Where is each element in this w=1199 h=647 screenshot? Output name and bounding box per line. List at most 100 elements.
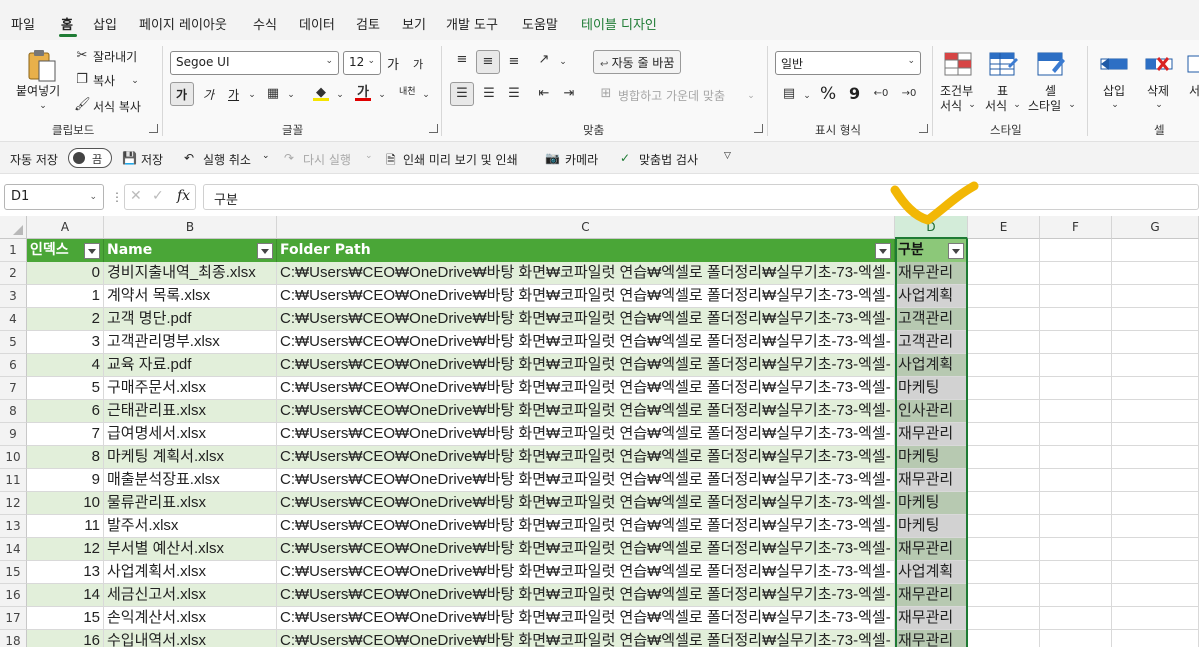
table-cell[interactable]: C:₩Users₩CEO₩OneDrive₩바탕 화면₩코파일럿 연습₩엑셀로 … [277,630,895,647]
grid-cell[interactable] [968,262,1040,285]
grid-cell[interactable] [1040,492,1112,515]
font-color-icon[interactable]: 가 [355,85,371,101]
table-cell[interactable]: 세금신고서.xlsx [104,584,277,607]
table-cell[interactable]: 사업계획 [895,354,968,377]
table-cell[interactable]: C:₩Users₩CEO₩OneDrive₩바탕 화면₩코파일럿 연습₩엑셀로 … [277,492,895,515]
grid-cell[interactable] [968,607,1040,630]
table-header-cell[interactable]: 구분 [895,239,968,262]
grid-cell[interactable] [1040,239,1112,262]
table-cell[interactable]: 마케팅 [895,446,968,469]
table-cell[interactable]: 1 [27,285,104,308]
increase-decimal-icon[interactable]: ←0 [873,86,889,102]
paste-icon[interactable] [26,48,58,84]
table-cell[interactable]: 재무관리 [895,469,968,492]
decrease-decimal-icon[interactable]: →0 [901,86,917,102]
undo-icon[interactable]: ↶ [184,151,194,165]
chevron-down-icon[interactable]: ⌄ [418,87,434,103]
grid-cell[interactable] [968,400,1040,423]
grid-cell[interactable] [1040,285,1112,308]
table-cell[interactable]: 8 [27,446,104,469]
row-header[interactable]: 9 [0,423,27,446]
format-as-table-icon[interactable] [988,50,1018,80]
table-cell[interactable]: 4 [27,354,104,377]
grid-cell[interactable] [968,239,1040,262]
row-header[interactable]: 5 [0,331,27,354]
chevron-down-icon[interactable]: ⌄ [244,87,260,103]
filter-dropdown-icon[interactable] [84,243,100,259]
row-header[interactable]: 2 [0,262,27,285]
grid-cell[interactable] [1040,331,1112,354]
table-cell[interactable]: 물류관리표.xlsx [104,492,277,515]
grid-cell[interactable] [1112,262,1199,285]
grid-cell[interactable] [968,538,1040,561]
chevron-down-icon[interactable]: ⌄ [964,97,980,113]
autosave-toggle[interactable]: 끔 [68,148,112,168]
underline-button[interactable]: 가 [228,86,239,103]
grid-cell[interactable] [1040,377,1112,400]
format-painter-icon[interactable]: 🖌 [74,97,91,113]
table-cell[interactable]: C:₩Users₩CEO₩OneDrive₩바탕 화면₩코파일럿 연습₩엑셀로 … [277,354,895,377]
grid-cell[interactable] [1040,423,1112,446]
grid-cell[interactable] [1040,538,1112,561]
grid-cell[interactable] [1112,538,1199,561]
table-cell[interactable]: 마케팅 계획서.xlsx [104,446,277,469]
chevron-down-icon[interactable]: ⌄ [283,87,299,103]
table-cell[interactable]: C:₩Users₩CEO₩OneDrive₩바탕 화면₩코파일럿 연습₩엑셀로 … [277,423,895,446]
table-cell[interactable]: 교육 자료.pdf [104,354,277,377]
tab-data[interactable]: 데이터 [299,14,335,33]
camera-icon[interactable]: 📷 [545,151,560,165]
undo-button[interactable]: 실행 취소 [203,151,251,168]
table-cell[interactable]: C:₩Users₩CEO₩OneDrive₩바탕 화면₩코파일럿 연습₩엑셀로 … [277,262,895,285]
table-cell[interactable]: C:₩Users₩CEO₩OneDrive₩바탕 화면₩코파일럿 연습₩엑셀로 … [277,331,895,354]
save-button[interactable]: 저장 [141,151,163,168]
tab-table-design[interactable]: 테이블 디자인 [581,14,657,33]
dialog-launcher-icon[interactable] [429,124,438,133]
row-header[interactable]: 6 [0,354,27,377]
grid-cell[interactable] [1112,377,1199,400]
column-header[interactable]: D [895,216,968,239]
table-cell[interactable]: 고객관리명부.xlsx [104,331,277,354]
row-header[interactable]: 14 [0,538,27,561]
table-cell[interactable]: 재무관리 [895,538,968,561]
chevron-down-icon[interactable]: ⌄ [374,87,390,103]
borders-icon[interactable]: ▦ [265,86,281,102]
cut-button[interactable]: 잘라내기 [93,48,137,65]
tab-page-layout[interactable]: 페이지 레이아웃 [139,14,227,33]
spelling-icon[interactable]: ✓ [620,151,630,165]
table-cell[interactable]: 수입내역서.xlsx [104,630,277,647]
table-cell[interactable]: 발주서.xlsx [104,515,277,538]
table-cell[interactable]: 15 [27,607,104,630]
grid-cell[interactable] [1040,515,1112,538]
align-right-icon[interactable]: ☰ [506,86,522,102]
grid-cell[interactable] [1112,561,1199,584]
grid-cell[interactable] [968,331,1040,354]
chevron-down-icon[interactable]: ⌄ [1107,97,1123,113]
format-as-table-label-2[interactable]: 서식 [985,97,1007,114]
cancel-icon[interactable]: ✕ [130,188,142,204]
table-cell[interactable]: 9 [27,469,104,492]
table-cell[interactable]: C:₩Users₩CEO₩OneDrive₩바탕 화면₩코파일럿 연습₩엑셀로 … [277,607,895,630]
row-header[interactable]: 18 [0,630,27,647]
row-header[interactable]: 12 [0,492,27,515]
table-cell[interactable]: 구매주문서.xlsx [104,377,277,400]
table-cell[interactable]: 16 [27,630,104,647]
increase-font-button[interactable]: 가 [387,54,399,73]
increase-indent-icon[interactable]: ⇥ [561,86,577,102]
table-cell[interactable]: C:₩Users₩CEO₩OneDrive₩바탕 화면₩코파일럿 연습₩엑셀로 … [277,469,895,492]
align-bottom-icon[interactable]: ≡ [506,54,522,70]
grid-cell[interactable] [1112,607,1199,630]
tab-view[interactable]: 보기 [402,14,426,33]
format-cells-button[interactable]: 서 [1189,82,1199,99]
chevron-down-icon[interactable]: ⌄ [127,73,143,89]
percent-button[interactable]: % [820,84,836,104]
cell-styles-icon[interactable] [1036,50,1066,80]
row-header[interactable]: 13 [0,515,27,538]
table-cell[interactable]: 마케팅 [895,492,968,515]
table-cell[interactable]: 급여명세서.xlsx [104,423,277,446]
grid-cell[interactable] [1112,285,1199,308]
tab-insert[interactable]: 삽입 [93,14,117,33]
column-header[interactable]: B [104,216,277,239]
table-cell[interactable]: 사업계획 [895,285,968,308]
orientation-icon[interactable]: ↗ [536,52,552,68]
enter-icon[interactable]: ✓ [152,188,164,204]
